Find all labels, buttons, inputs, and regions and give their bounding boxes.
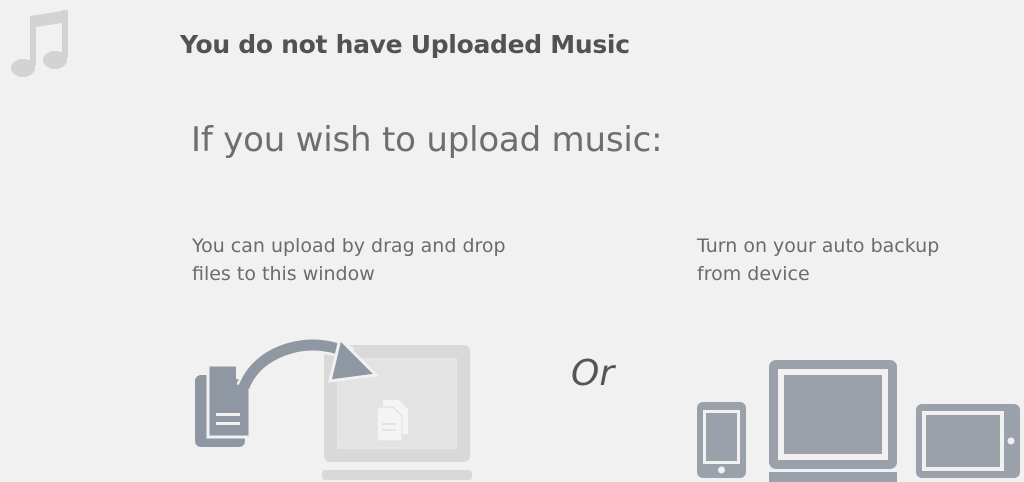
drag-drop-line-2: files to this window [192,263,375,285]
auto-backup-line-1: Turn on your auto backup [697,235,940,257]
drag-drop-illustration [195,336,472,480]
drag-drop-line-1: You can upload by drag and drop [192,235,506,257]
phone-icon [697,402,746,478]
upload-instructions-heading: If you wish to upload music: [191,120,663,160]
device-laptop-icon [769,360,897,482]
page-title: You do not have Uploaded Music [180,30,630,59]
or-separator: Or [571,353,615,394]
drag-drop-instructions: You can upload by drag and drop files to… [192,232,506,288]
music-note-icon [11,10,68,77]
tablet-icon [916,404,1020,478]
devices-illustration [697,360,1020,482]
auto-backup-line-2: from device [697,263,810,285]
auto-backup-instructions: Turn on your auto backup from device [697,232,939,288]
